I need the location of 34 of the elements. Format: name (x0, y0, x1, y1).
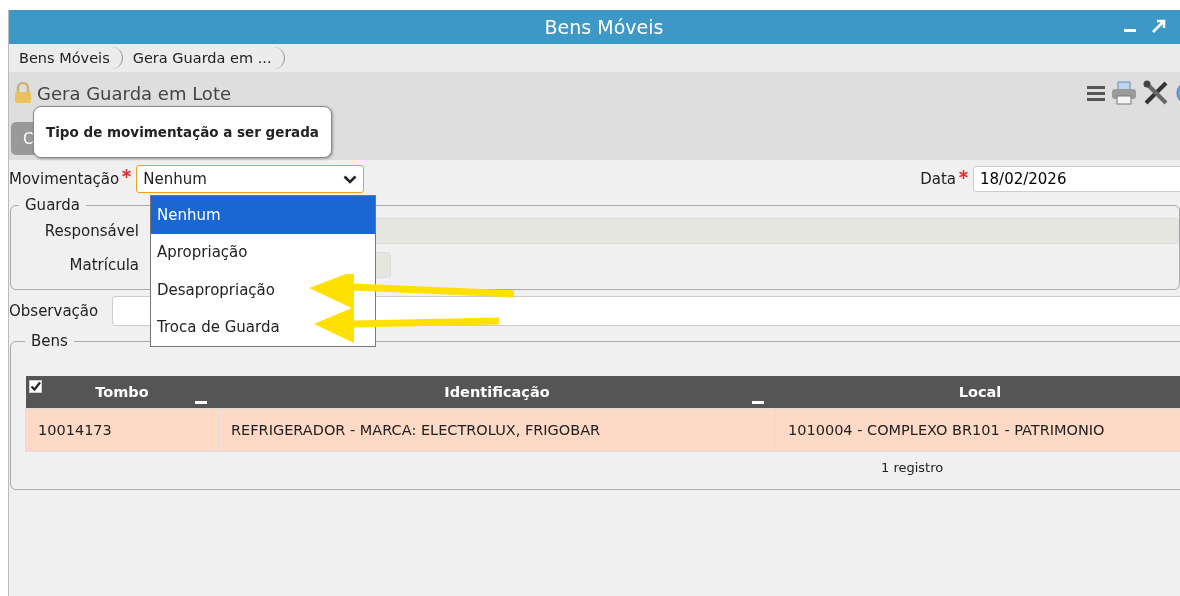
panel-legend: Guarda (19, 196, 86, 214)
dropdown-option[interactable]: Troca de Guarda (151, 308, 375, 346)
table-cell: 10014173 (25, 408, 219, 452)
column-header[interactable]: Local (775, 376, 1180, 409)
field-label: Movimentação (9, 170, 120, 188)
breadcrumb[interactable]: Gera Guarda em ... (126, 47, 285, 69)
field-label: Data (920, 170, 956, 188)
column-header[interactable]: Tombo (25, 376, 219, 409)
collapse-icon[interactable] (751, 401, 764, 405)
dropdown-option[interactable]: Apropriação (151, 233, 375, 271)
panel-legend: Bens (25, 332, 74, 350)
field-label: Observação (9, 302, 99, 320)
menu-icon[interactable] (1087, 85, 1105, 101)
lock-icon (13, 82, 33, 104)
table-cell: REFRIGERADOR - MARCA: ELECTROLUX, FRIGOBAR (218, 408, 776, 452)
select-all-checkbox[interactable] (28, 380, 42, 393)
maximize-icon[interactable] (1151, 18, 1167, 34)
record-count: 1 registro (881, 460, 944, 475)
movimentacao-select[interactable]: Nenhum (136, 165, 365, 193)
dropdown-option[interactable]: Desapropriação (151, 271, 375, 309)
dropdown-option[interactable]: Nenhum (151, 196, 375, 234)
printer-icon[interactable] (1111, 81, 1137, 105)
table-cell: 1010004 - COMPLEXO BR101 - PATRIMONIO (775, 408, 1180, 452)
breadcrumb[interactable]: Bens Móveis (13, 47, 123, 69)
field-label: Matrícula (68, 256, 140, 274)
tooltip: Tipo de movimentação a ser gerada (33, 106, 332, 158)
collapse-icon[interactable] (194, 401, 207, 405)
field-label: Responsável (43, 222, 140, 240)
window-title: Bens Móveis (544, 16, 664, 38)
column-header[interactable]: Identificação (218, 376, 776, 409)
date-field[interactable]: 18/02/2026 (973, 166, 1180, 192)
page-title: Gera Guarda em Lote (37, 82, 231, 104)
chevron-icon (343, 174, 358, 184)
tools-icon[interactable] (1143, 80, 1169, 106)
